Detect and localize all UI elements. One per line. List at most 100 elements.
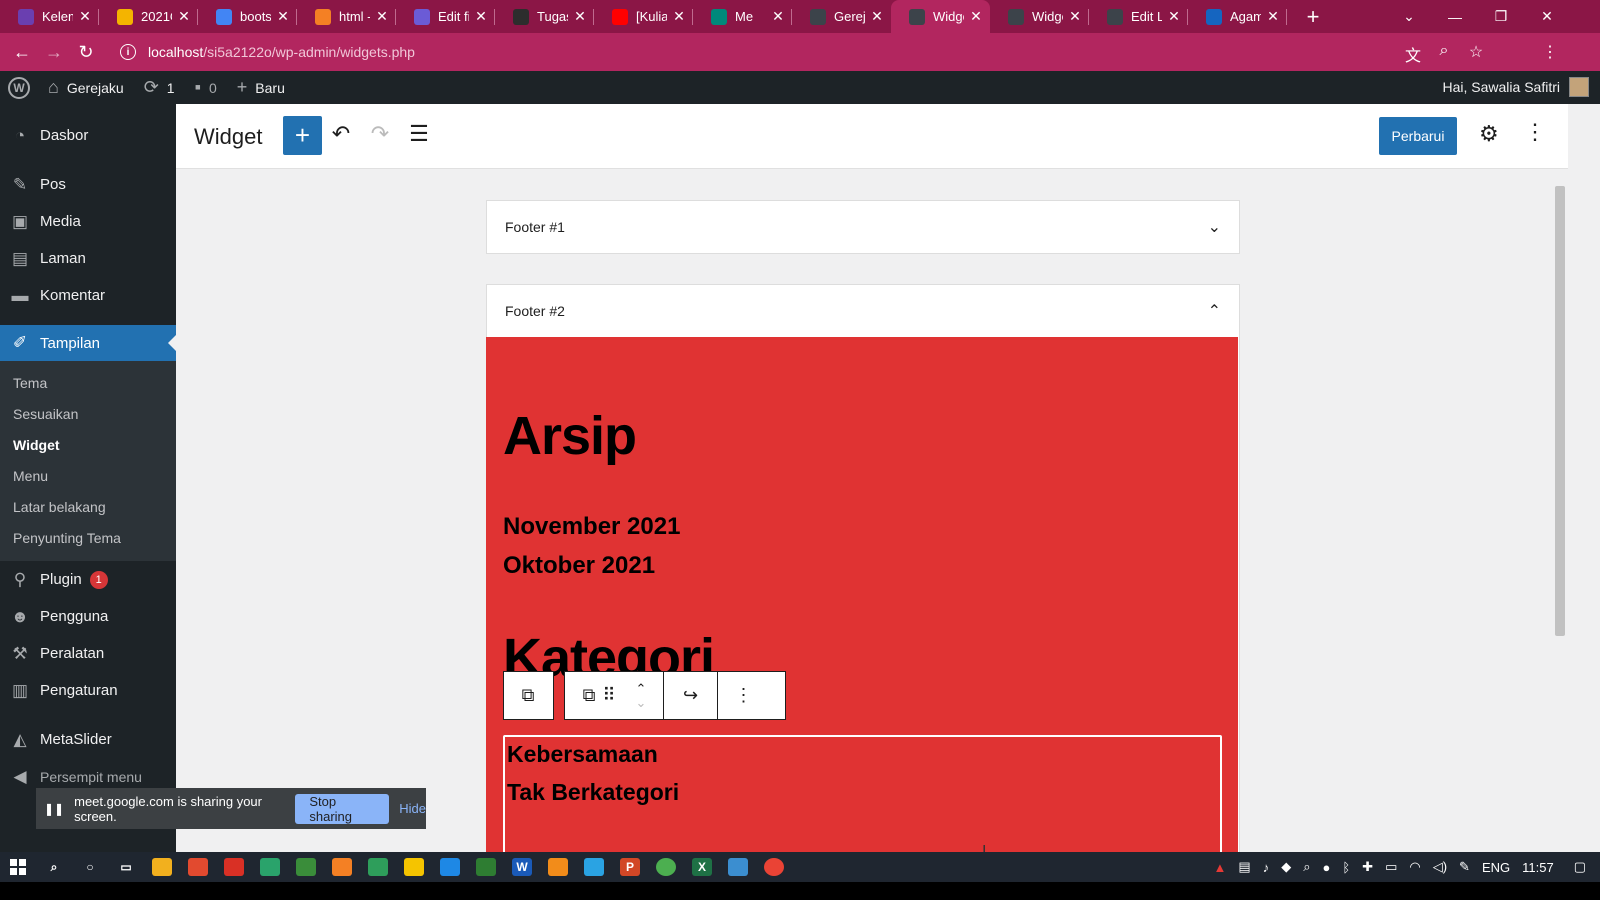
browser-tab[interactable]: Edit La ✕: [1089, 0, 1188, 33]
close-window-icon[interactable]: ✕: [1524, 0, 1570, 33]
sticky-notes-icon[interactable]: [404, 858, 424, 876]
browser-tab[interactable]: Widge ✕: [891, 0, 990, 33]
tray-icon[interactable]: ●: [1323, 860, 1331, 875]
list-view-icon[interactable]: ☰: [404, 121, 434, 147]
category-link[interactable]: Kebersamaan: [507, 741, 658, 768]
selected-categories-block[interactable]: Kebersamaan Tak Berkategori: [503, 735, 1222, 870]
translate-icon[interactable]: 文: [1403, 42, 1423, 66]
site-name-link[interactable]: ⌂ Gerejaku: [48, 77, 124, 98]
hide-button[interactable]: Hide: [399, 801, 426, 816]
xampp-icon[interactable]: [188, 858, 208, 876]
block-options-icon[interactable]: ⋮: [717, 672, 769, 719]
bookmark-star-icon[interactable]: ☆: [1466, 42, 1486, 62]
archive-link[interactable]: November 2021: [503, 513, 680, 541]
close-tab-icon[interactable]: ✕: [1067, 8, 1083, 25]
forward-icon[interactable]: →: [38, 42, 70, 63]
zoom-icon[interactable]: ⌕: [1434, 42, 1454, 60]
battery-icon[interactable]: ▭: [1385, 859, 1397, 875]
block-inserter-button[interactable]: +: [283, 116, 322, 155]
howdy-user[interactable]: Hai, Sawalia Safitri: [1443, 79, 1561, 95]
sidebar-item-pos[interactable]: ✎ Pos: [0, 166, 176, 203]
task-view-icon[interactable]: ▭: [116, 858, 136, 876]
chrome-icon[interactable]: [656, 858, 676, 876]
sublime-icon[interactable]: [548, 858, 568, 876]
bluetooth-icon[interactable]: ᛒ: [1342, 860, 1350, 875]
tab-search-icon[interactable]: ⌄: [1386, 0, 1432, 33]
submenu-item-menu[interactable]: Menu: [0, 460, 176, 491]
clock[interactable]: 11:57: [1522, 860, 1554, 875]
archives-heading[interactable]: Arsip: [503, 405, 637, 467]
browser-tab[interactable]: 2021O ✕: [99, 0, 198, 33]
tray-icon[interactable]: ⌕: [1303, 859, 1310, 875]
reload-icon[interactable]: ↻: [70, 42, 102, 63]
update-button[interactable]: Perbarui: [1379, 117, 1457, 155]
transform-icon[interactable]: ↪: [663, 672, 717, 719]
app-icon[interactable]: [332, 858, 352, 876]
browser-tab[interactable]: Gereja ✕: [792, 0, 891, 33]
browser-tab[interactable]: Me ✕: [693, 0, 792, 33]
browser-tab[interactable]: [Kuliah ✕: [594, 0, 693, 33]
restore-icon[interactable]: ❐: [1478, 0, 1524, 33]
search-icon[interactable]: ⌕: [44, 858, 64, 876]
close-tab-icon[interactable]: ✕: [572, 8, 588, 25]
sidebar-item-metaslider[interactable]: ◭ MetaSlider: [0, 721, 176, 758]
volume-icon[interactable]: ◁): [1433, 859, 1447, 875]
close-tab-icon[interactable]: ✕: [176, 8, 192, 25]
app-icon[interactable]: [296, 858, 316, 876]
app-icon[interactable]: [260, 858, 280, 876]
close-tab-icon[interactable]: ✕: [1265, 8, 1281, 25]
drag-handle-icon[interactable]: ⠿: [599, 672, 619, 719]
close-tab-icon[interactable]: ✕: [374, 8, 390, 25]
new-content-link[interactable]: + Baru: [237, 77, 285, 98]
sidebar-item-pengguna[interactable]: ☻ Pengguna: [0, 598, 176, 635]
archive-link[interactable]: Oktober 2021: [503, 552, 655, 580]
app-icon[interactable]: [728, 858, 748, 876]
close-tab-icon[interactable]: ✕: [275, 8, 291, 25]
chevron-down-icon[interactable]: ⌄: [1208, 217, 1221, 237]
browser-tab[interactable]: Agama ✕: [1188, 0, 1287, 33]
chrome-icon[interactable]: [764, 858, 784, 876]
site-info-icon[interactable]: i: [120, 44, 136, 60]
redo-icon[interactable]: ↷: [365, 121, 395, 147]
sidebar-item-dasbor[interactable]: ◔ Dasbor: [0, 117, 176, 154]
undo-icon[interactable]: ↶: [326, 121, 356, 147]
sidebar-item-media[interactable]: ▣ Media: [0, 203, 176, 240]
tray-icon[interactable]: ▤: [1238, 859, 1250, 875]
excel-icon[interactable]: X: [692, 858, 712, 876]
browser-tab[interactable]: html - ✕: [297, 0, 396, 33]
close-tab-icon[interactable]: ✕: [1166, 8, 1182, 25]
app-icon[interactable]: [368, 858, 388, 876]
pen-icon[interactable]: ✎: [1459, 859, 1470, 875]
notifications-icon[interactable]: ▢: [1574, 859, 1586, 875]
submenu-item-sesuaikan[interactable]: Sesuaikan: [0, 398, 176, 429]
language-indicator[interactable]: ENG: [1482, 860, 1510, 875]
user-avatar[interactable]: [1569, 77, 1589, 97]
app-icon[interactable]: [224, 858, 244, 876]
wifi-icon[interactable]: ◠: [1409, 859, 1420, 875]
sidebar-item-komentar[interactable]: ▬ Komentar: [0, 277, 176, 314]
app-icon[interactable]: [476, 858, 496, 876]
close-tab-icon[interactable]: ✕: [869, 8, 885, 25]
stop-sharing-button[interactable]: Stop sharing: [295, 793, 390, 824]
chevron-up-icon[interactable]: ⌃: [1208, 301, 1221, 321]
submenu-item-tema[interactable]: Tema: [0, 367, 176, 398]
sidebar-item-laman[interactable]: ▤ Laman: [0, 240, 176, 277]
file-explorer-icon[interactable]: [152, 858, 172, 876]
browser-tab[interactable]: Edit fid ✕: [396, 0, 495, 33]
comments-link[interactable]: ▪ 0: [195, 77, 217, 98]
new-tab-button[interactable]: +: [1299, 4, 1327, 30]
sidebar-item-pengaturan[interactable]: ▥ Pengaturan: [0, 672, 176, 709]
app-icon[interactable]: [440, 858, 460, 876]
options-menu-icon[interactable]: ⋮: [1524, 119, 1546, 145]
category-link[interactable]: Tak Berkategori: [507, 779, 679, 806]
back-icon[interactable]: ←: [6, 42, 38, 63]
telegram-icon[interactable]: [584, 858, 604, 876]
submenu-item-penyunting-tema[interactable]: Penyunting Tema: [0, 522, 176, 553]
select-parent-icon[interactable]: ⧉: [504, 672, 552, 719]
minimize-icon[interactable]: —: [1432, 0, 1478, 33]
submenu-item-widget[interactable]: Widget: [0, 429, 176, 460]
scrollbar-thumb[interactable]: [1555, 186, 1565, 636]
browser-tab[interactable]: Tugas ✕: [495, 0, 594, 33]
updates-link[interactable]: ⟳ 1: [144, 77, 175, 98]
browser-tab[interactable]: Widge ✕: [990, 0, 1089, 33]
